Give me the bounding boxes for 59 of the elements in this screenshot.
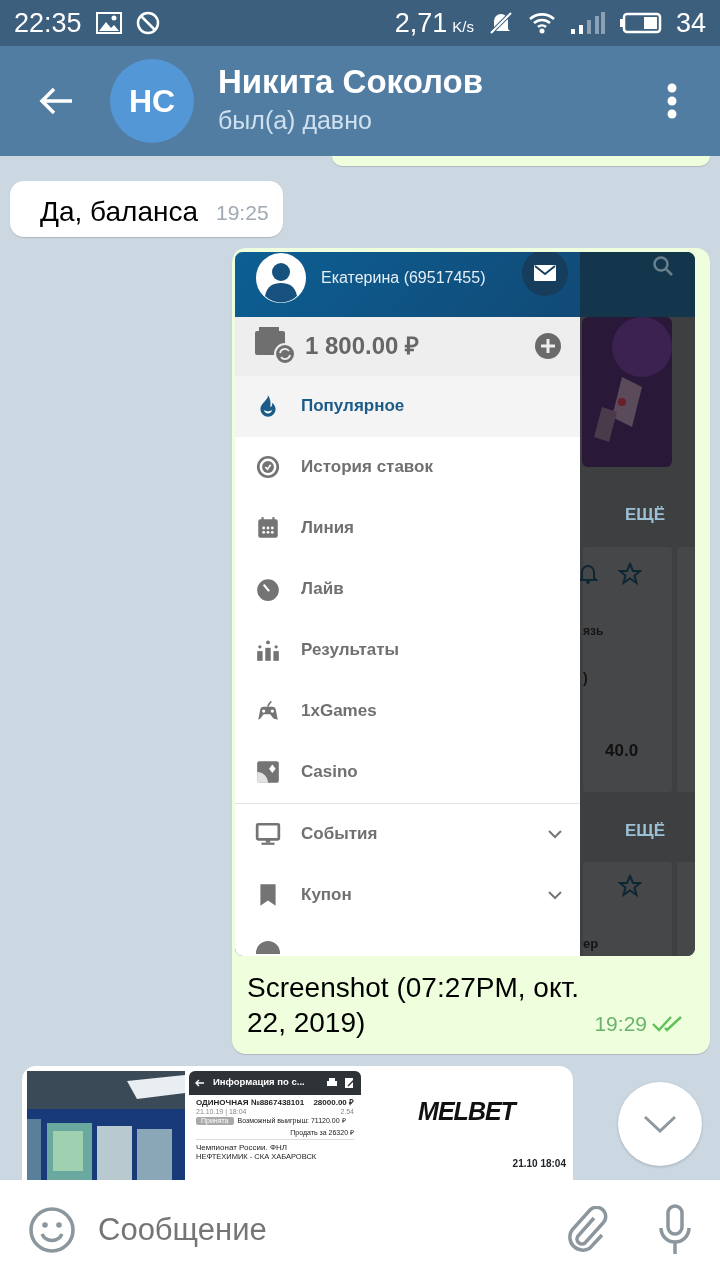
clock-check-icon: [255, 454, 281, 481]
message-input[interactable]: Сообщение: [96, 1205, 546, 1255]
stopwatch-icon: [255, 576, 281, 603]
signal-icon: [569, 11, 606, 35]
messages-button[interactable]: [522, 251, 568, 297]
bet-number: ОДИНОЧНАЯ №8867438101: [196, 1098, 305, 1108]
contact-name: Никита Соколов: [218, 62, 484, 103]
more-icon[interactable]: [666, 83, 678, 119]
menu-item[interactable]: Лайв: [235, 558, 580, 620]
microphone-icon[interactable]: [658, 1204, 692, 1256]
battery-level: 34: [675, 6, 706, 40]
image-icon: [95, 12, 122, 34]
bet-amount: 28000.00 ₽: [313, 1098, 354, 1108]
envelope-icon: [534, 265, 556, 282]
balance-amount: 1 800.00 ₽: [305, 331, 421, 362]
background-text: ): [583, 668, 588, 688]
muted-bell-icon: [487, 10, 514, 36]
account-name: Екатерина (69517455): [321, 268, 487, 289]
network-speed: 2,71: [394, 6, 448, 40]
menu-item[interactable]: 1xGames: [235, 680, 580, 742]
star-icon[interactable]: [618, 561, 642, 586]
menu-item[interactable]: События: [235, 803, 580, 865]
post-date: 21.10 18:04: [512, 1157, 566, 1172]
menu-item[interactable]: Результаты: [235, 619, 580, 681]
chevron-down-icon: [643, 1115, 677, 1133]
message-time: 19:29: [594, 1011, 647, 1038]
message-caption: Screenshot (07:27PM, окт. 22, 2019): [247, 970, 580, 1040]
screen-title: Информация по с...: [213, 1075, 306, 1090]
add-icon[interactable]: [534, 332, 562, 361]
message-time: 19:25: [216, 200, 269, 227]
league-name: Чемпионат России. ФНЛ: [196, 1144, 289, 1154]
search-icon[interactable]: [652, 254, 674, 277]
back-icon[interactable]: [195, 1077, 205, 1088]
star-icon[interactable]: [618, 873, 642, 898]
background-text: ЕЩЁ: [625, 819, 666, 842]
wallet-icon: [255, 327, 295, 366]
background-text: ЕЩЁ: [625, 503, 666, 526]
battery-icon: [619, 12, 662, 34]
user-avatar-icon[interactable]: [255, 252, 307, 305]
cards-icon: [255, 759, 281, 786]
menu-item[interactable]: История ставок: [235, 436, 580, 498]
menu-item[interactable]: Линия: [235, 497, 580, 559]
attach-icon[interactable]: [566, 1206, 610, 1254]
message-text: Да, баланса: [40, 195, 198, 229]
avatar[interactable]: НС: [110, 59, 194, 143]
menu-item[interactable]: Casino: [235, 741, 580, 803]
printer-icon[interactable]: [327, 1077, 337, 1088]
menu-item[interactable]: Купон: [235, 864, 580, 926]
coin-icon: [255, 939, 281, 954]
status-time: 22:35: [14, 6, 82, 40]
background-text: 40.0: [605, 739, 639, 762]
emoji-icon[interactable]: [28, 1206, 76, 1254]
do-not-disturb-icon: [135, 11, 160, 35]
wifi-icon: [527, 11, 556, 35]
edit-icon[interactable]: [345, 1077, 355, 1088]
monitor-icon: [255, 821, 281, 848]
last-seen: был(а) давно: [218, 105, 373, 137]
menu-item[interactable]: Популярное: [235, 375, 580, 437]
speed-unit: K/s: [452, 16, 474, 37]
